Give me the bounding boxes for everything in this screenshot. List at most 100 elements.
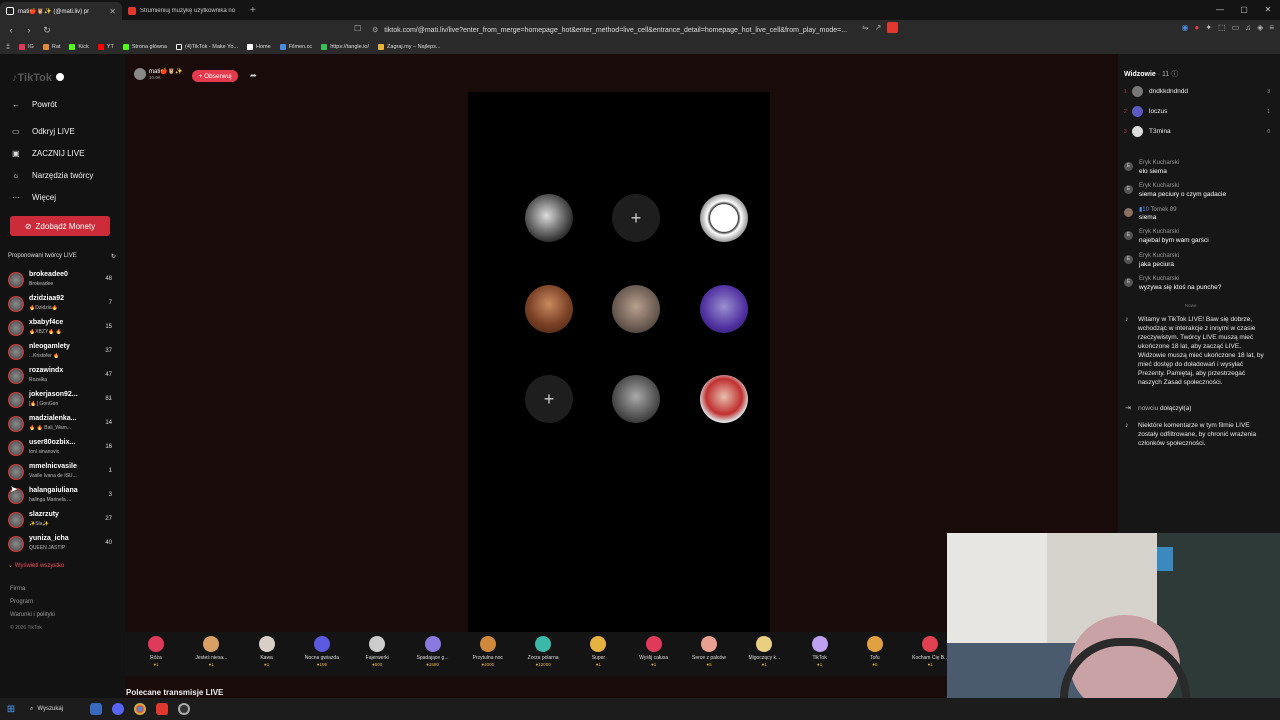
bookmark-item[interactable]: (4)TikTok - Make Yo...	[176, 44, 238, 50]
creator-item[interactable]: mmelnicvasile Vasile Ivana de ISU... 1	[8, 462, 116, 484]
bookmark-icon[interactable]: ☐	[354, 24, 361, 33]
tab-music[interactable]: Strumieniuj muzykę użytkownika no	[122, 2, 244, 20]
new-tab-icon[interactable]: +	[250, 5, 256, 16]
gift-item[interactable]: TikTok ●1	[795, 636, 845, 667]
wallet-icon[interactable]: ◈	[1257, 23, 1263, 32]
bookmark-item[interactable]: IG	[19, 44, 34, 50]
guest-avatar[interactable]	[525, 194, 573, 242]
host-avatar[interactable]	[134, 68, 146, 80]
gift-item[interactable]: Wyślij całusa ●1	[629, 636, 679, 667]
sidebar-item-more[interactable]: ··· Więcej	[12, 193, 56, 202]
viewer-count: 7	[108, 300, 112, 306]
close-icon[interactable]: ✕	[109, 7, 116, 16]
viewer-row[interactable]: 1 dndkkdndndd 3	[1124, 86, 1270, 97]
footer-link-terms[interactable]: Warunki i polityki	[10, 612, 55, 618]
maximize-icon[interactable]: ▢	[1232, 0, 1256, 20]
gift-item[interactable]: Fajerwerki ●500	[352, 636, 402, 667]
sidebar-icon[interactable]: ▭	[1232, 23, 1240, 32]
gift-item[interactable]: Spadające g... ●1580	[408, 636, 458, 667]
menu-icon[interactable]: ≡	[1269, 23, 1274, 32]
sidebar-item-creator-tools[interactable]: ☼ Narzędzia twórcy	[12, 171, 93, 180]
share-icon[interactable]: ↗	[875, 23, 882, 32]
creator-item[interactable]: jokerjason92... [🔥] GonGen 81	[8, 390, 116, 412]
guest-avatar[interactable]	[700, 285, 748, 333]
media-icon[interactable]: ♫	[1245, 23, 1251, 32]
tiktok-logo[interactable]: ♪TikTok	[12, 72, 64, 84]
bookmark-item[interactable]: https://tangle.io/	[321, 44, 369, 50]
bookmark-item[interactable]: Strona główna	[122, 44, 167, 50]
bookmark-item[interactable]: Kick	[69, 44, 89, 50]
guest-avatar[interactable]	[525, 285, 573, 333]
creator-item[interactable]: nleogamlety ...Kristofer 🔥 37	[8, 342, 116, 364]
puzzle-icon[interactable]: ⬚	[1218, 23, 1226, 32]
obs-icon[interactable]	[178, 703, 190, 715]
sidebar-item-start-live[interactable]: ▣ ZACZNIJ LIVE	[12, 149, 84, 158]
add-guest-button[interactable]: +	[612, 194, 660, 242]
gift-item[interactable]: Kawa ●1	[242, 636, 292, 667]
host-header[interactable]: mati🍎🦉✨ 10.0K	[134, 68, 183, 80]
bookmark-item[interactable]: YT	[97, 44, 114, 50]
info-icon[interactable]: ⓘ	[1171, 71, 1178, 78]
show-all-link[interactable]: ⌄ Wyświetl wszystko	[8, 562, 64, 569]
guest-avatar[interactable]	[612, 285, 660, 333]
gift-item[interactable]: Róża ●1	[131, 636, 181, 667]
footer-link-company[interactable]: Firma	[10, 586, 25, 592]
gift-item[interactable]: Serce z palców ●5	[684, 636, 734, 667]
gift-item[interactable]: Tofu ●5	[850, 636, 900, 667]
bookmark-item[interactable]: Home	[246, 44, 271, 50]
file-explorer-icon[interactable]	[90, 703, 102, 715]
gift-item[interactable]: Migoczący k... ●1	[739, 636, 789, 667]
viewer-row[interactable]: 2 loczus 1	[1124, 106, 1270, 117]
creator-item[interactable]: madzialenka... 🔥 🔥 Bali_Wam... 14	[8, 414, 116, 436]
creator-item[interactable]: slazrzuty ✨Sla✨ 27	[8, 510, 116, 532]
brave-shield-icon[interactable]	[887, 22, 899, 33]
windows-start-icon[interactable]: ⊞	[0, 704, 22, 715]
reload-icon[interactable]: ↻	[40, 25, 54, 36]
translate-icon[interactable]: ⇋	[862, 23, 869, 32]
gift-item[interactable]: Zorza polarna ●12000	[518, 636, 568, 667]
creator-item[interactable]: halangaiuliana halinga Marinela ... 3	[8, 486, 116, 508]
bookmark-item[interactable]: Rat	[42, 44, 60, 50]
extension-icon[interactable]: ✦	[1205, 23, 1212, 32]
minimize-icon[interactable]: —	[1208, 0, 1232, 20]
get-coins-button[interactable]: ⊘ Zdobądź Monety	[10, 216, 110, 236]
close-window-icon[interactable]: ✕	[1256, 0, 1280, 20]
bookmark-item[interactable]: Zagraj.my – Najleps...	[378, 44, 441, 50]
creator-item[interactable]: xbabyf4ce 🔥XBZY🔥 🔥 15	[8, 318, 116, 340]
bookmark-item[interactable]: Filmen.cc	[279, 44, 312, 50]
back-icon[interactable]: ‹	[4, 25, 18, 35]
back-link[interactable]: ← Powrót	[12, 100, 57, 109]
viewer-count: 48	[105, 276, 112, 282]
guest-avatar[interactable]	[700, 194, 748, 242]
creator-item[interactable]: dzidziaa92 🔥Dzidzia🔥 7	[8, 294, 116, 316]
chrome-icon[interactable]	[134, 703, 146, 715]
new-messages-label[interactable]: Nowe	[1185, 303, 1197, 308]
gift-item[interactable]: Nocna gwiazda ●199	[297, 636, 347, 667]
follow-button[interactable]: + Obserwuj	[192, 70, 238, 82]
guest-avatar[interactable]	[612, 375, 660, 423]
share-icon[interactable]: ➦	[250, 71, 257, 80]
site-info-icon[interactable]: ⚙	[372, 26, 378, 34]
creator-item[interactable]: user80ozbix... toni sinanovic 16	[8, 438, 116, 460]
discord-icon[interactable]	[112, 703, 124, 715]
extension-icon[interactable]: ◉	[1182, 23, 1189, 32]
footer-link-program[interactable]: Program	[10, 599, 33, 605]
refresh-icon[interactable]: ↻	[111, 253, 116, 260]
brave-icon[interactable]	[156, 703, 168, 715]
gift-item[interactable]: Przytulna noc ●4000	[463, 636, 513, 667]
gift-item[interactable]: Super ●1	[573, 636, 623, 667]
viewer-row[interactable]: 3 T3mina 0	[1124, 126, 1270, 137]
gift-item[interactable]: Jesteś niesa... ●1	[186, 636, 236, 667]
tab-tiktok[interactable]: mati🍎🦉✨ (@mati.liv) pr ✕	[0, 2, 122, 20]
guest-avatar[interactable]	[700, 375, 748, 423]
creator-item[interactable]: rozawindx Rozalka 47	[8, 366, 116, 388]
record-icon[interactable]: ●	[1195, 23, 1200, 32]
taskbar-search[interactable]: ⌕ Wyszukaj	[30, 706, 80, 713]
url-field[interactable]: ⚙ tiktok.com/@mati.liv/live?enter_from_m…	[372, 22, 862, 38]
forward-icon[interactable]: ›	[22, 25, 36, 35]
add-guest-button[interactable]: +	[525, 375, 573, 423]
sidebar-item-discover-live[interactable]: ▭ Odkryj LIVE	[12, 127, 75, 136]
creator-item[interactable]: yuniza_icha QUEEN JASTIP 40	[8, 534, 116, 556]
apps-icon[interactable]: ⣿	[6, 44, 10, 50]
creator-item[interactable]: brokeadee0 Brokeadee 48	[8, 270, 116, 292]
